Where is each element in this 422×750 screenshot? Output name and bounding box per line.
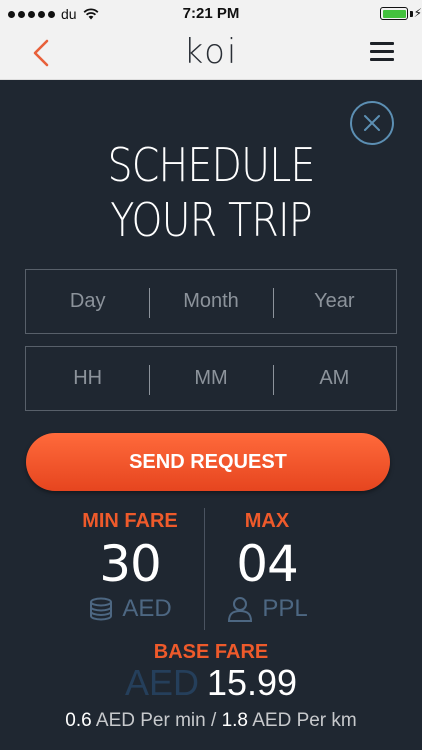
min-fare-value: 30 xyxy=(99,535,162,593)
charging-icon: ⚡ xyxy=(413,6,422,20)
battery-icon xyxy=(380,7,408,20)
schedule-trip-panel: SCHEDULE YOUR TRIP Day Month Year HH MM … xyxy=(0,80,422,750)
base-fare-value: 15.99 xyxy=(206,662,298,703)
per-km-unit: AED Per km xyxy=(252,710,357,731)
base-fare-label: BASE FARE xyxy=(153,641,269,663)
month-field[interactable]: Month xyxy=(149,288,272,318)
ampm-field[interactable]: AM xyxy=(272,365,396,395)
hamburger-menu-icon[interactable] xyxy=(370,42,394,62)
status-time: 7:21 PM xyxy=(182,5,240,22)
hour-field[interactable]: HH xyxy=(26,367,149,390)
per-km-value: 1.8 xyxy=(221,710,248,731)
per-min-value: 0.6 xyxy=(65,710,92,731)
min-fare-unit: AED xyxy=(122,595,172,622)
minute-field[interactable]: MM xyxy=(149,365,272,395)
time-picker-row: HH MM AM xyxy=(25,346,397,411)
per-min-unit: AED Per min xyxy=(95,710,206,731)
app-logo: koi xyxy=(183,32,239,72)
max-unit: PPL xyxy=(262,595,308,622)
status-bar: du 7:21 PM ⚡ xyxy=(0,0,422,28)
date-picker-row: Day Month Year xyxy=(25,269,397,334)
day-field[interactable]: Day xyxy=(26,290,149,313)
year-field[interactable]: Year xyxy=(272,288,396,318)
battery-cap xyxy=(410,11,413,17)
send-request-button[interactable]: SEND REQUEST xyxy=(26,433,390,491)
base-fare-row: AED 15.99 xyxy=(0,662,422,704)
fare-divider xyxy=(204,508,205,630)
min-fare-block: MIN FARE 30 AED xyxy=(60,510,200,623)
close-icon xyxy=(364,115,380,131)
page-title-line1: SCHEDULE xyxy=(107,138,315,192)
page-title-line2: YOUR TRIP xyxy=(110,193,312,247)
nav-bar: koi xyxy=(0,28,422,80)
max-value: 04 xyxy=(236,535,299,593)
rate-info: 0.6 AED Per min / 1.8 AED Per km xyxy=(0,710,422,732)
coins-icon xyxy=(90,597,113,621)
rate-separator: / xyxy=(211,710,217,731)
max-passengers-block: MAX 04 PPL xyxy=(212,510,322,623)
person-icon xyxy=(228,597,253,622)
max-unit-row: PPL xyxy=(212,595,322,623)
min-fare-label: MIN FARE xyxy=(82,510,178,532)
min-fare-unit-row: AED xyxy=(60,595,200,623)
max-label: MAX xyxy=(244,510,290,532)
base-fare-currency: AED xyxy=(124,662,199,703)
